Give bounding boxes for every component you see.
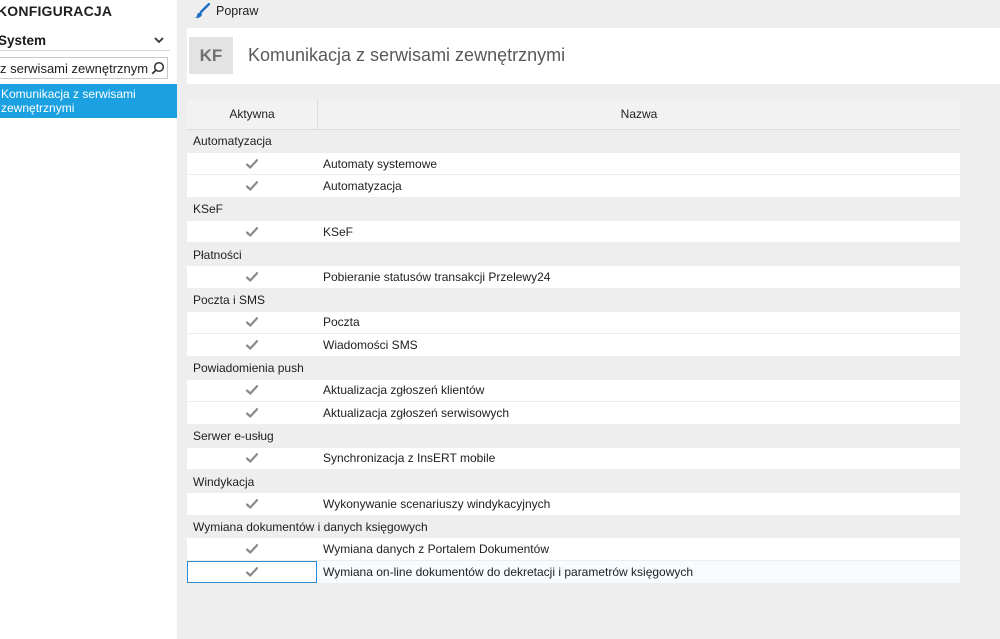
check-icon (246, 408, 258, 418)
left-pane: KONFIGURACJA System z serwisami zewnętrz… (0, 0, 177, 639)
table-row[interactable]: Wymiana danych z Portalem Dokumentów (187, 538, 960, 562)
group-row: KSeF (193, 202, 224, 217)
column-header-active[interactable]: Aktywna (187, 99, 318, 129)
column-header-name[interactable]: Nazwa (318, 99, 960, 129)
module-select[interactable]: System (0, 31, 170, 51)
services-table: Aktywna Nazwa Automatyzacja Automaty syst… (187, 99, 960, 584)
active-cell[interactable] (187, 153, 317, 175)
check-icon (246, 498, 258, 509)
active-cell[interactable] (187, 221, 317, 243)
table-row[interactable]: Automaty systemowe (187, 152, 960, 176)
name-cell: Aktualizacja zgłoszeń serwisowych (323, 406, 510, 421)
table-row[interactable]: Poczta (187, 311, 960, 335)
active-cell[interactable] (187, 448, 317, 470)
fix-button[interactable]: Popraw (194, 1, 258, 21)
check-icon (246, 158, 258, 169)
page-title: Komunikacja z serwisami zewnętrznymi (248, 45, 566, 65)
group-row: Poczta i SMS (193, 293, 266, 308)
active-cell[interactable] (187, 402, 317, 424)
table-row[interactable]: Automatyzacja (187, 175, 960, 199)
check-icon (246, 272, 258, 282)
table-row[interactable]: Aktualizacja zgłoszeń klientów (187, 379, 960, 403)
name-cell: Automaty systemowe (323, 156, 438, 171)
chevron-down-icon (154, 36, 164, 46)
group-row: Automatyzacja (193, 134, 272, 149)
check-icon (246, 567, 258, 577)
check-icon (246, 181, 258, 191)
group-row: Windykacja (193, 474, 255, 489)
name-cell: Wymiana danych z Portalem Dokumentów (323, 542, 549, 557)
table-body: Automatyzacja Automaty systemowe Automatyz… (187, 130, 960, 584)
table-row[interactable]: Wymiana on-line dokumentów do dekretacji… (187, 561, 960, 584)
check-icon (246, 317, 258, 327)
sidebar-item-komunikacja[interactable]: Komunikacja z serwisami zewnętrznymi (0, 84, 177, 118)
check-icon (246, 544, 258, 554)
name-cell: Pobieranie statusów transakcji Przelewy2… (323, 269, 551, 284)
search-box[interactable]: z serwisami zewnętrznymi (0, 57, 168, 79)
active-cell[interactable] (187, 493, 317, 515)
name-cell: Aktualizacja zgłoszeń klientów (323, 383, 485, 398)
name-cell: Automatyzacja (323, 179, 402, 194)
active-cell[interactable] (187, 312, 317, 334)
group-row: Płatności (193, 247, 242, 262)
group-row: Serwer e-usług (193, 429, 274, 444)
page-header: KF Komunikacja z serwisami zewnętrznymi (187, 28, 1000, 84)
active-cell[interactable] (187, 538, 317, 560)
check-icon (246, 385, 258, 396)
table-row[interactable]: Aktualizacja zgłoszeń serwisowych (187, 402, 960, 425)
table-row[interactable]: Pobieranie statusów transakcji Przelewy2… (187, 266, 960, 289)
check-icon (246, 340, 258, 350)
search-input[interactable]: z serwisami zewnętrznymi (0, 61, 149, 76)
check-icon (246, 453, 258, 464)
table-row[interactable]: Wykonywanie scenariuszy windykacyjnych (187, 493, 960, 516)
module-badge: KF (189, 37, 233, 74)
name-cell: KSeF (323, 224, 354, 239)
check-icon (246, 226, 258, 237)
active-cell[interactable] (187, 561, 317, 583)
toolbar: Popraw (177, 0, 1000, 24)
table-row[interactable]: Wiadomości SMS (187, 334, 960, 357)
group-row: Wymiana dokumentów i danych księgowych (193, 520, 428, 535)
name-cell: Wymiana on-line dokumentów do dekretacji… (323, 564, 694, 579)
name-cell: Wykonywanie scenariuszy windykacyjnych (323, 496, 551, 511)
active-cell[interactable] (187, 334, 317, 356)
search-icon[interactable] (149, 59, 167, 77)
active-cell[interactable] (187, 175, 317, 197)
name-cell: Wiadomości SMS (323, 338, 418, 353)
active-cell[interactable] (187, 266, 317, 288)
app-title: KONFIGURACJA (0, 3, 113, 19)
name-cell: Synchronizacja z InsERT mobile (323, 451, 496, 466)
table-row[interactable]: Synchronizacja z InsERT mobile (187, 447, 960, 471)
table-header: Aktywna Nazwa (187, 99, 960, 130)
active-cell[interactable] (187, 380, 317, 402)
brush-icon (194, 3, 210, 19)
table-row[interactable]: KSeF (187, 220, 960, 244)
name-cell: Poczta (323, 315, 360, 330)
fix-button-label: Popraw (216, 4, 259, 18)
module-select-value: System (0, 33, 47, 48)
group-row: Powiadomienia push (193, 361, 304, 376)
